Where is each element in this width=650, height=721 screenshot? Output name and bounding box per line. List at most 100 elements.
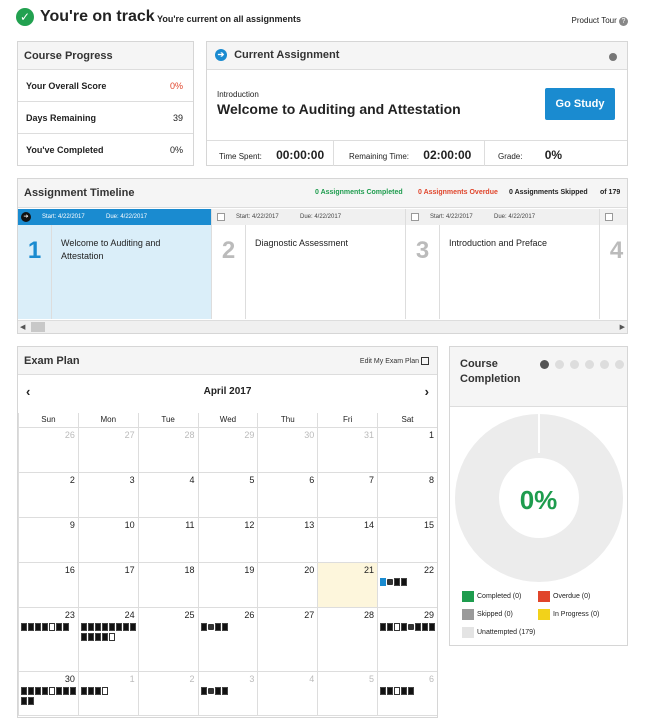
study-task-icon[interactable] — [200, 623, 207, 632]
calendar-day[interactable]: 5 — [197, 471, 259, 518]
study-task-icon[interactable] — [28, 623, 34, 632]
calendar-day[interactable]: 3 — [77, 471, 139, 518]
product-tour-link[interactable]: Product Tour ? — [572, 16, 628, 26]
study-task-icon[interactable] — [401, 578, 408, 587]
calendar-day[interactable]: 13 — [257, 516, 319, 563]
study-task-icon[interactable] — [87, 687, 94, 696]
practice-task-icon[interactable] — [207, 624, 214, 631]
study-task-icon[interactable] — [70, 687, 76, 696]
calendar-day[interactable]: 29 — [197, 426, 259, 473]
timeline-item[interactable]: Start: 4/22/2017 Due: 4/22/2017 3 Introduct… — [406, 209, 600, 319]
timeline-item[interactable]: ➔ Start: 4/22/2017 Due: 4/22/2017 1 Welcome … — [18, 209, 212, 319]
study-task-icon[interactable] — [94, 687, 101, 696]
calendar-day[interactable]: 2 — [137, 670, 199, 716]
calendar-day[interactable]: 16 — [18, 561, 79, 608]
calendar-day[interactable]: 5 — [317, 670, 379, 716]
study-task-icon[interactable] — [401, 687, 408, 696]
calendar-day[interactable]: 11 — [137, 516, 199, 563]
document-task-icon[interactable] — [394, 623, 401, 632]
calendar-day[interactable]: 27 — [257, 606, 319, 672]
study-task-icon[interactable] — [129, 623, 136, 632]
edit-exam-plan-link[interactable]: Edit My Exam Plan — [360, 357, 429, 365]
calendar-day[interactable]: 17 — [77, 561, 139, 608]
calendar-day[interactable]: 9 — [18, 516, 79, 563]
document-task-icon[interactable] — [101, 687, 108, 696]
calendar-day[interactable]: 3 — [197, 670, 259, 716]
calendar-day[interactable]: 7 — [317, 471, 379, 518]
scroll-thumb[interactable] — [31, 322, 45, 332]
calendar-day[interactable]: 28 — [317, 606, 379, 672]
calendar-day[interactable]: 20 — [257, 561, 319, 608]
study-task-icon[interactable] — [108, 623, 115, 632]
carousel-dot[interactable] — [615, 360, 625, 369]
calendar-day[interactable]: 26 — [197, 606, 259, 672]
study-task-icon[interactable] — [101, 623, 108, 632]
calendar-day[interactable]: 14 — [317, 516, 379, 563]
study-task-icon[interactable] — [42, 687, 48, 696]
calendar-day[interactable]: 12 — [197, 516, 259, 563]
carousel-dot[interactable] — [585, 360, 595, 369]
study-task-icon[interactable] — [28, 697, 34, 706]
study-task-icon[interactable] — [80, 687, 87, 696]
study-task-icon[interactable] — [28, 687, 34, 696]
study-task-icon[interactable] — [200, 687, 207, 696]
calendar-day[interactable]: 24 — [77, 606, 139, 672]
calendar-day[interactable]: 26 — [18, 426, 79, 473]
carousel-dot[interactable] — [600, 360, 610, 369]
carousel-dot[interactable] — [570, 360, 580, 369]
calendar-day[interactable]: 29 — [377, 606, 437, 672]
study-task-icon[interactable] — [415, 623, 422, 632]
carousel-dots[interactable] — [540, 360, 625, 372]
calendar-day[interactable]: 27 — [77, 426, 139, 473]
study-task-icon[interactable] — [122, 623, 129, 632]
calendar-day[interactable]: 10 — [77, 516, 139, 563]
study-task-icon[interactable] — [63, 623, 69, 632]
study-task-icon[interactable] — [221, 687, 228, 696]
study-task-icon[interactable] — [221, 623, 228, 632]
calendar-day[interactable]: 4 — [137, 471, 199, 518]
study-task-icon[interactable] — [214, 623, 221, 632]
next-month-icon[interactable]: › — [425, 384, 429, 399]
study-task-icon[interactable] — [80, 623, 87, 632]
calendar-day[interactable]: 31 — [317, 426, 379, 473]
study-task-icon[interactable] — [21, 697, 27, 706]
current-task-icon[interactable] — [380, 578, 387, 587]
study-task-icon[interactable] — [115, 623, 122, 632]
go-study-button[interactable]: Go Study — [545, 88, 615, 120]
calendar-day[interactable]: 28 — [137, 426, 199, 473]
study-task-icon[interactable] — [387, 623, 394, 632]
study-task-icon[interactable] — [42, 623, 48, 632]
scroll-left-icon[interactable]: ◀ — [20, 323, 25, 331]
study-task-icon[interactable] — [87, 633, 94, 642]
calendar-day[interactable]: 30 — [257, 426, 319, 473]
calendar-day[interactable]: 15 — [377, 516, 437, 563]
calendar-day[interactable]: 6 — [257, 471, 319, 518]
calendar-day[interactable]: 6 — [377, 670, 437, 716]
calendar-day[interactable]: 23 — [18, 606, 79, 672]
timeline-checkbox[interactable] — [605, 213, 613, 221]
study-task-icon[interactable] — [35, 623, 41, 632]
study-task-icon[interactable] — [214, 687, 221, 696]
calendar-day[interactable]: 1 — [377, 426, 437, 473]
calendar-day[interactable]: 18 — [137, 561, 199, 608]
timeline-scrollbar[interactable]: ◀ ▶ — [18, 320, 627, 333]
study-task-icon[interactable] — [56, 623, 62, 632]
study-task-icon[interactable] — [429, 623, 436, 632]
study-task-icon[interactable] — [94, 623, 101, 632]
calendar-day[interactable]: 8 — [377, 471, 437, 518]
study-task-icon[interactable] — [380, 687, 387, 696]
document-task-icon[interactable] — [108, 633, 115, 642]
study-task-icon[interactable] — [394, 578, 401, 587]
study-task-icon[interactable] — [380, 623, 387, 632]
study-task-icon[interactable] — [21, 623, 27, 632]
study-task-icon[interactable] — [80, 633, 87, 642]
calendar-day[interactable]: 25 — [137, 606, 199, 672]
study-task-icon[interactable] — [21, 687, 27, 696]
practice-task-icon[interactable] — [408, 624, 415, 631]
timeline-item[interactable]: Start: 4/22/2017 Due: 4/22/2017 2 Diagnosti… — [212, 209, 406, 319]
practice-task-icon[interactable] — [207, 688, 214, 695]
study-task-icon[interactable] — [401, 623, 408, 632]
calendar-day[interactable]: 2 — [18, 471, 79, 518]
carousel-dot[interactable] — [555, 360, 565, 369]
study-task-icon[interactable] — [94, 633, 101, 642]
